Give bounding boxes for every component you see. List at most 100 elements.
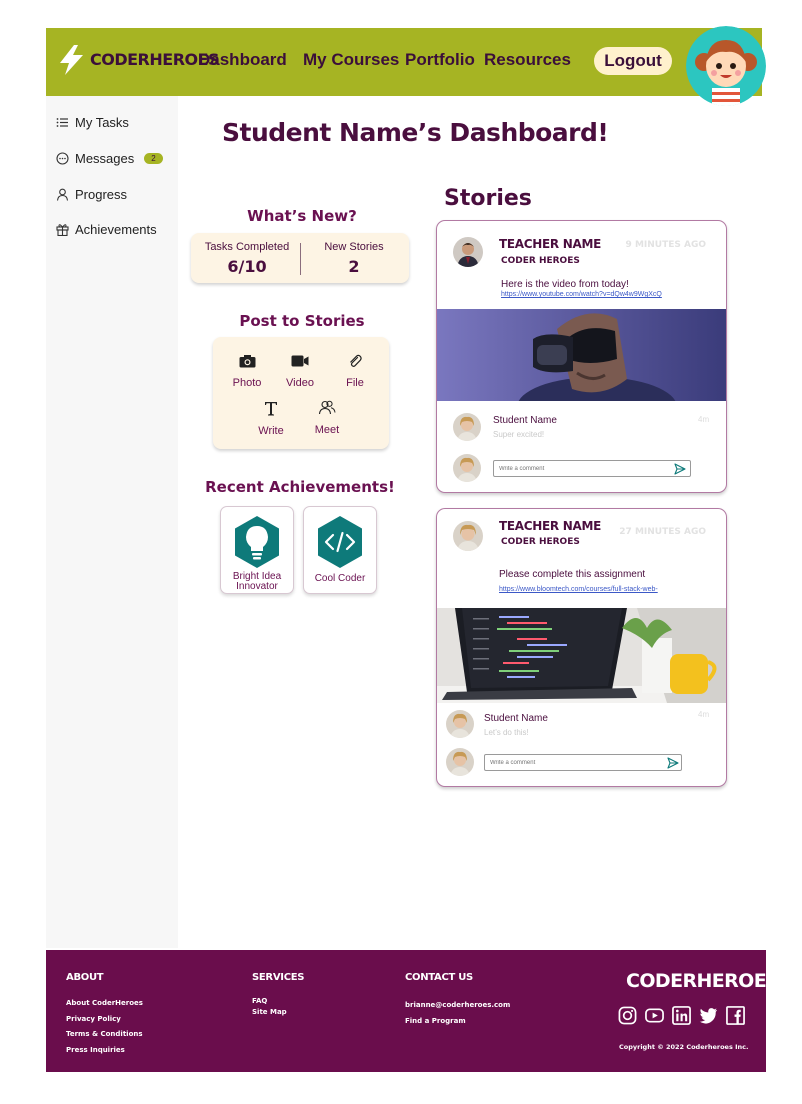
teacher-avatar[interactable] <box>453 237 483 267</box>
sidebar-item-achievements[interactable]: Achievements <box>56 222 157 237</box>
post-file-button[interactable]: File <box>331 354 379 390</box>
footer-link[interactable]: Terms & Conditions <box>66 1027 143 1043</box>
sidebar-item-label: My Tasks <box>75 115 129 130</box>
story-link[interactable]: https://www.youtube.com/watch?v=dQw4w9Wg… <box>501 291 662 298</box>
post-meet-label: Meet <box>314 424 340 436</box>
user-avatar[interactable] <box>686 26 766 106</box>
nav-my-courses[interactable]: My Courses <box>303 50 399 70</box>
logout-button[interactable]: Logout <box>594 47 672 75</box>
story-card: TEACHER NAME CODER HEROES 27 MINUTES AGO… <box>436 508 727 787</box>
send-icon[interactable] <box>674 463 686 475</box>
story-card: TEACHER NAME CODER HEROES 9 MINUTES AGO … <box>436 220 727 493</box>
achievement-cool-coder[interactable]: Cool Coder <box>303 506 377 594</box>
nav-resources[interactable]: Resources <box>484 50 571 70</box>
new-stories-stat: New Stories 2 <box>305 241 403 276</box>
whats-new-heading: What’s New? <box>247 207 357 225</box>
story-author[interactable]: TEACHER NAME <box>499 237 601 251</box>
post-write-label: Write <box>258 425 284 437</box>
vr-headset-photo <box>437 309 726 401</box>
instagram-icon[interactable] <box>618 1006 637 1025</box>
footer-services-heading: SERVICES <box>252 972 305 983</box>
lightning-bolt-icon <box>60 45 83 75</box>
footer-link[interactable]: Press Inquiries <box>66 1043 143 1059</box>
copyright-text: Copyright © 2022 Coderheroes Inc. <box>619 1043 749 1051</box>
comment-input[interactable] <box>484 754 682 771</box>
messages-count-badge: 2 <box>144 153 163 164</box>
commenter-avatar[interactable] <box>446 710 474 738</box>
send-icon[interactable] <box>667 757 679 769</box>
student-avatar-icon <box>446 710 474 738</box>
post-write-button[interactable]: Write <box>247 401 295 438</box>
commenter-avatar[interactable] <box>453 413 481 441</box>
sidebar: My Tasks Messages 2 Progress Achievement… <box>46 96 178 948</box>
footer-link[interactable]: FAQ <box>252 996 287 1007</box>
sidebar-item-label: Messages <box>75 151 135 166</box>
recent-achievements-heading: Recent Achievements! <box>205 478 395 496</box>
sidebar-item-progress[interactable]: Progress <box>56 187 127 202</box>
story-link[interactable]: https://www.bloomtech.com/courses/full-s… <box>499 586 658 593</box>
footer-link[interactable]: Site Map <box>252 1007 287 1018</box>
student-avatar-icon <box>453 454 481 482</box>
footer-about-heading: ABOUT <box>66 972 104 983</box>
new-stories-value: 2 <box>348 257 360 276</box>
tasks-completed-stat: Tasks Completed 6/10 <box>197 241 297 276</box>
post-photo-button[interactable]: Photo <box>223 354 271 390</box>
achievement-bright-idea[interactable]: Bright Idea Innovator <box>220 506 294 594</box>
comment-author[interactable]: Student Name <box>493 415 557 426</box>
post-to-stories-card: Photo Video File Write Meet <box>213 337 389 449</box>
student-avatar-icon <box>446 748 474 776</box>
footer-email-link[interactable]: brianne@coderheroes.com <box>405 998 510 1014</box>
youtube-icon[interactable] <box>645 1006 664 1025</box>
comment-text: Let’s do this! <box>484 728 529 737</box>
footer-services-links: FAQ Site Map <box>252 996 287 1018</box>
comment-author[interactable]: Student Name <box>484 713 548 724</box>
story-timestamp: 27 MINUTES AGO <box>619 527 706 537</box>
comment-input[interactable] <box>493 460 691 477</box>
achievement-label-line2: Innovator <box>236 581 278 592</box>
footer-about-links: About CoderHeroes Privacy Policy Terms &… <box>66 996 143 1058</box>
page-title: Student Name’s Dashboard! <box>222 118 609 147</box>
footer-link[interactable]: Privacy Policy <box>66 1012 143 1028</box>
facebook-icon[interactable] <box>726 1006 745 1025</box>
stories-heading: Stories <box>444 186 532 211</box>
footer-link[interactable]: Find a Program <box>405 1014 510 1030</box>
teacher-avatar-icon <box>453 521 483 551</box>
social-links <box>618 1006 745 1025</box>
person-icon <box>56 188 69 201</box>
chat-bubble-icon <box>56 152 69 165</box>
post-meet-button[interactable]: Meet <box>303 400 351 437</box>
whats-new-card: Tasks Completed 6/10 New Stories 2 <box>191 233 409 283</box>
footer-link[interactable]: About CoderHeroes <box>66 996 143 1012</box>
my-avatar <box>453 454 481 482</box>
student-avatar-icon <box>453 413 481 441</box>
story-timestamp: 9 MINUTES AGO <box>625 240 706 250</box>
text-t-icon <box>265 402 277 416</box>
story-author-org: CODER HEROES <box>501 256 580 266</box>
story-author[interactable]: TEACHER NAME <box>499 519 601 533</box>
nav-portfolio[interactable]: Portfolio <box>405 50 475 70</box>
story-image-laptop[interactable] <box>437 608 726 703</box>
story-author-org: CODER HEROES <box>501 537 580 547</box>
lightbulb-icon <box>235 516 279 568</box>
story-image-vr[interactable] <box>437 309 726 401</box>
comment-time: 4m <box>698 415 710 424</box>
laptop-code-photo <box>437 608 726 703</box>
post-video-button[interactable]: Video <box>276 354 324 390</box>
post-photo-label: Photo <box>232 377 262 389</box>
new-stories-label: New Stories <box>324 241 384 253</box>
twitter-icon[interactable] <box>699 1006 718 1025</box>
stat-divider <box>300 243 301 275</box>
sidebar-item-label: Achievements <box>75 222 157 237</box>
camera-icon <box>239 355 255 368</box>
teacher-avatar[interactable] <box>453 521 483 551</box>
people-icon <box>318 400 336 415</box>
achievement-label-line1: Cool Coder <box>314 573 366 584</box>
sidebar-item-messages[interactable]: Messages 2 <box>56 151 163 166</box>
comment-text: Super excited! <box>493 430 545 439</box>
code-brackets-icon <box>318 516 362 568</box>
nav-dashboard[interactable]: Dashboard <box>198 50 287 70</box>
my-avatar <box>446 748 474 776</box>
footer-brand[interactable]: CODERHEROES <box>626 970 780 992</box>
linkedin-icon[interactable] <box>672 1006 691 1025</box>
sidebar-item-my-tasks[interactable]: My Tasks <box>56 115 129 130</box>
